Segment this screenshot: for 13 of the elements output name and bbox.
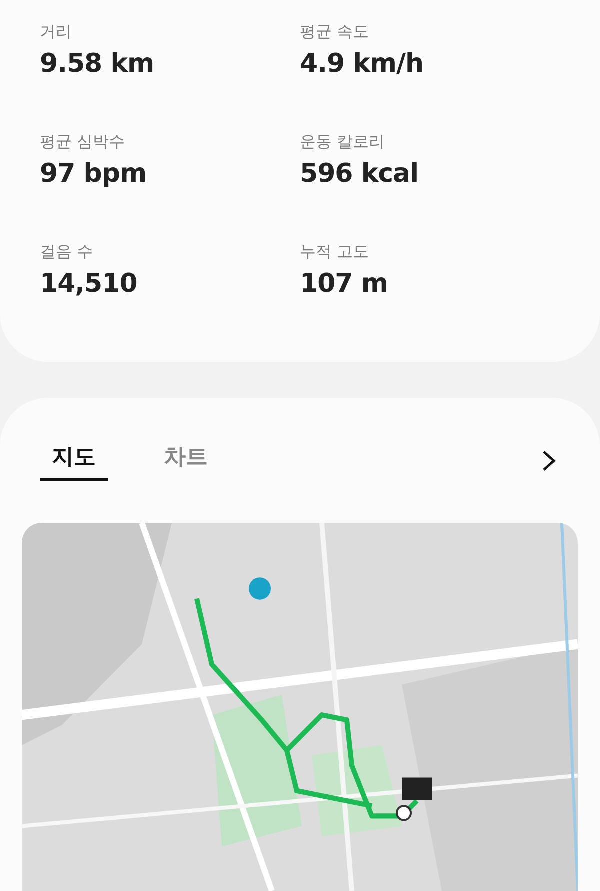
tab[interactable]: 지도	[40, 442, 108, 480]
stat-label: 평균 속도	[300, 22, 370, 43]
stat-value: 9.58 km	[40, 49, 156, 79]
stat-value: 97 bpm	[40, 159, 148, 189]
stat-label: 거리	[40, 22, 73, 43]
stat-value: 14,510	[40, 269, 138, 299]
stat-label: 운동 칼로리	[300, 132, 386, 153]
stat-value: 596 kcal	[300, 159, 420, 189]
stat-label: 누적 고도	[300, 242, 370, 263]
stat-label: 평균 심박수	[40, 132, 126, 153]
stat-value: 4.9 km/h	[300, 49, 424, 79]
stat-value: 107 m	[300, 269, 389, 299]
stat-label: 걸음 수	[40, 242, 94, 263]
